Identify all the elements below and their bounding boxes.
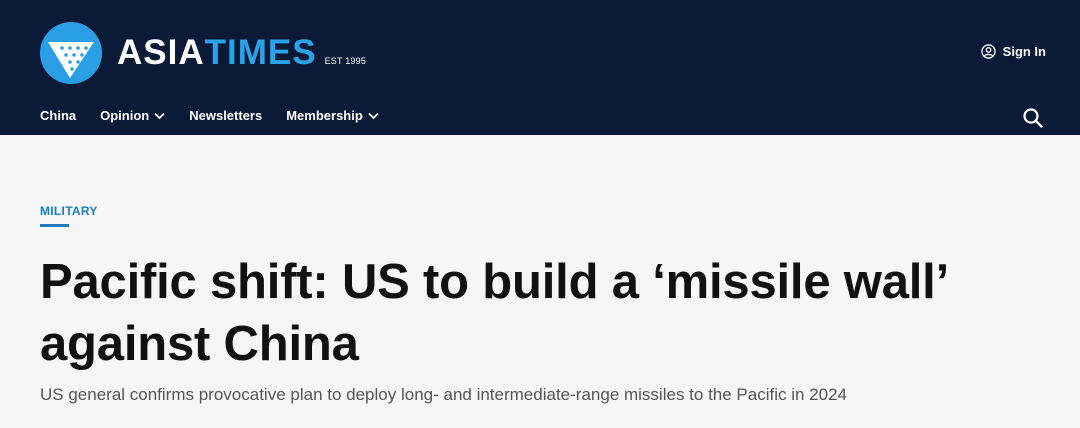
asia-times-logo-icon [40,22,102,84]
wordmark-asia: ASIA [117,33,205,72]
search-button[interactable] [1022,107,1044,134]
chevron-down-icon [154,112,165,119]
nav-item-opinion[interactable]: Opinion [100,108,165,123]
user-circle-icon [980,44,996,59]
article-category-link[interactable]: MILITARY [40,204,98,218]
search-icon [1023,108,1043,128]
nav-item-newsletters[interactable]: Newsletters [189,108,262,123]
nav-item-label: Newsletters [189,108,263,123]
site-header: ASIA TIMES EST 1995 Sign In China Opinio… [0,0,1080,135]
nav-item-china[interactable]: China [40,108,76,123]
sign-in-button[interactable]: Sign In [980,44,1046,59]
article-headline: Pacific shift: US to build a ‘missile wa… [40,255,947,371]
nav-item-membership[interactable]: Membership [286,108,379,123]
nav-item-label: Opinion [100,108,150,123]
category-underline [40,224,69,227]
nav-item-label: Membership [286,108,363,123]
nav-item-label: China [40,108,77,123]
article-subheadline: US general confirms provocative plan to … [40,385,847,404]
site-logo[interactable]: ASIA TIMES EST 1995 [40,22,366,84]
chevron-down-icon [368,112,379,119]
main-nav: China Opinion Newsletters Membership [40,108,403,123]
wordmark: ASIA TIMES EST 1995 [117,22,366,84]
established-label: EST 1995 [324,56,367,66]
wordmark-times: TIMES [204,33,317,72]
sign-in-label: Sign In [1002,44,1046,59]
